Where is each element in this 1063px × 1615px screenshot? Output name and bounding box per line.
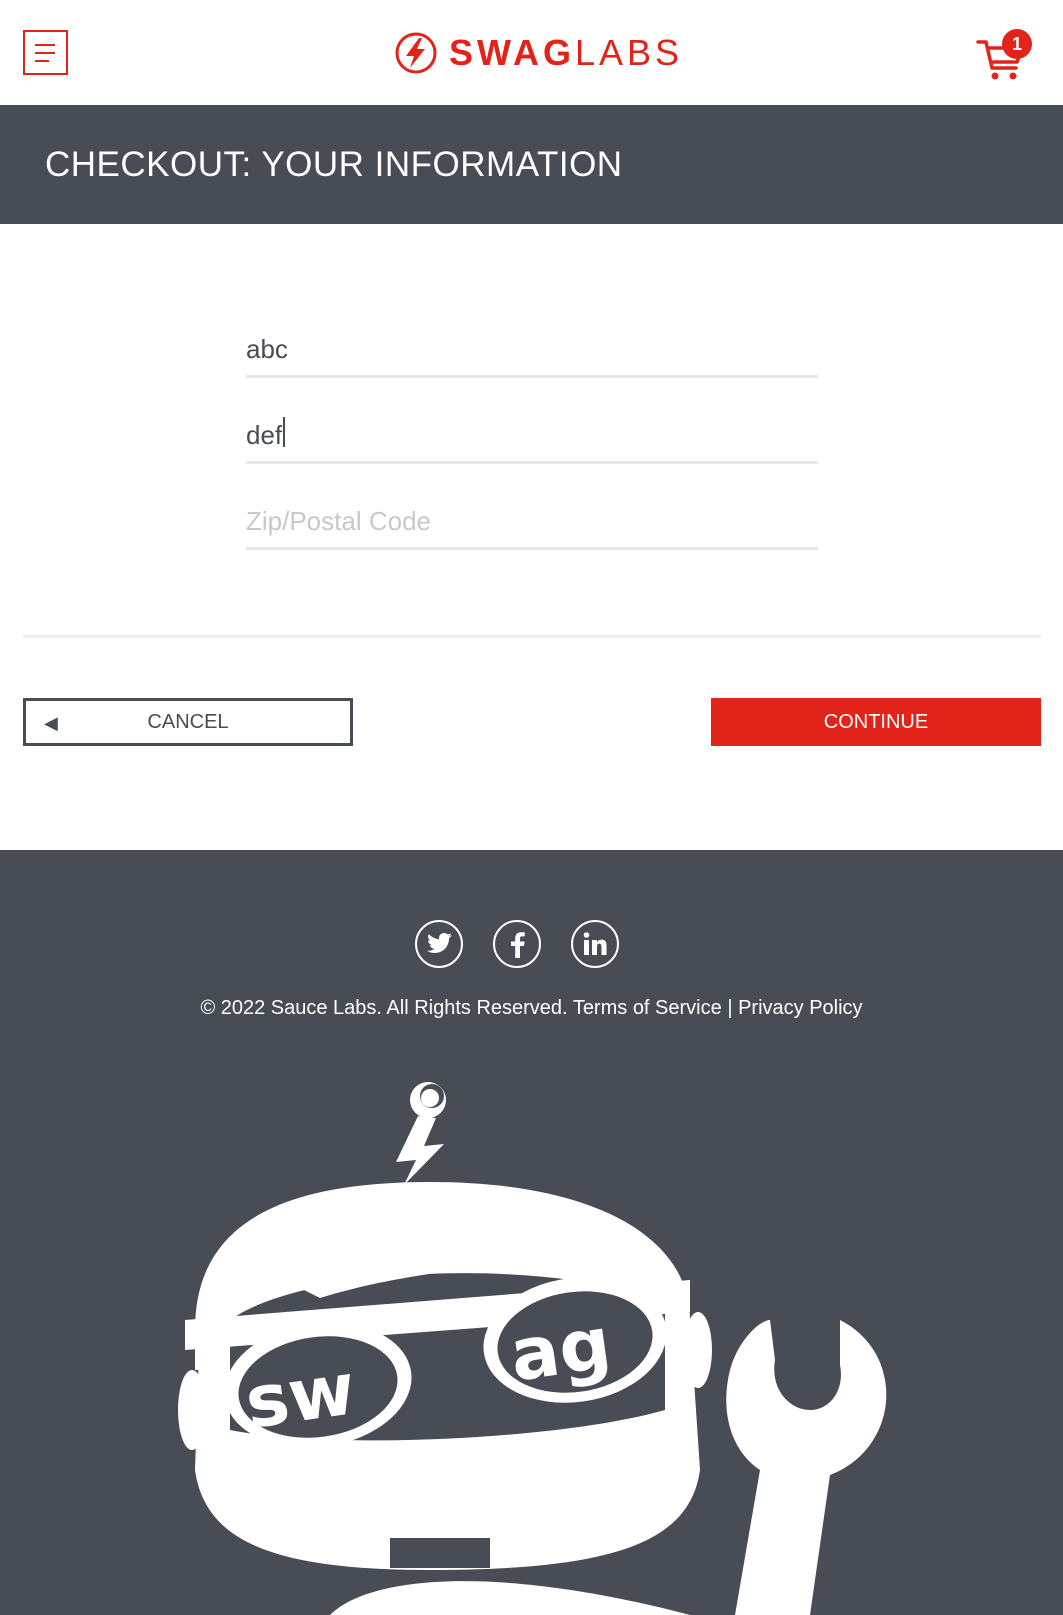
page-title: CHECKOUT: YOUR INFORMATION bbox=[45, 145, 623, 184]
brand-wordmark: SWAGLABS bbox=[449, 32, 684, 73]
cancel-label: CANCEL bbox=[147, 710, 229, 733]
app-header: SWAGLABS 1 bbox=[0, 0, 1063, 105]
section-divider bbox=[23, 635, 1041, 638]
first-name-input[interactable] bbox=[246, 324, 818, 378]
continue-button[interactable]: CONTINUE bbox=[711, 698, 1041, 746]
brand-logo: SWAGLABS bbox=[395, 30, 683, 76]
cart-badge: 1 bbox=[1002, 29, 1032, 59]
menu-button[interactable] bbox=[23, 30, 68, 75]
continue-label: CONTINUE bbox=[823, 710, 929, 733]
swag-robot-mascot: sw ag bbox=[178, 1082, 887, 1615]
menu-line bbox=[35, 43, 55, 46]
title-bar: CHECKOUT: YOUR INFORMATION bbox=[0, 105, 1063, 224]
svg-text:ag: ag bbox=[505, 1301, 616, 1398]
footer: © 2022 Sauce Labs. All Rights Reserved. … bbox=[0, 850, 1063, 1615]
zip-code-input[interactable] bbox=[246, 496, 818, 550]
text-cursor bbox=[283, 417, 285, 447]
menu-line bbox=[35, 59, 49, 62]
last-name-input[interactable] bbox=[246, 410, 818, 464]
menu-line bbox=[35, 51, 55, 54]
bolt-logo-icon bbox=[395, 32, 437, 74]
svg-text:sw: sw bbox=[240, 1346, 360, 1444]
back-arrow-icon: ◀ bbox=[44, 713, 58, 733]
cancel-button[interactable]: ◀ CANCEL bbox=[23, 698, 353, 746]
